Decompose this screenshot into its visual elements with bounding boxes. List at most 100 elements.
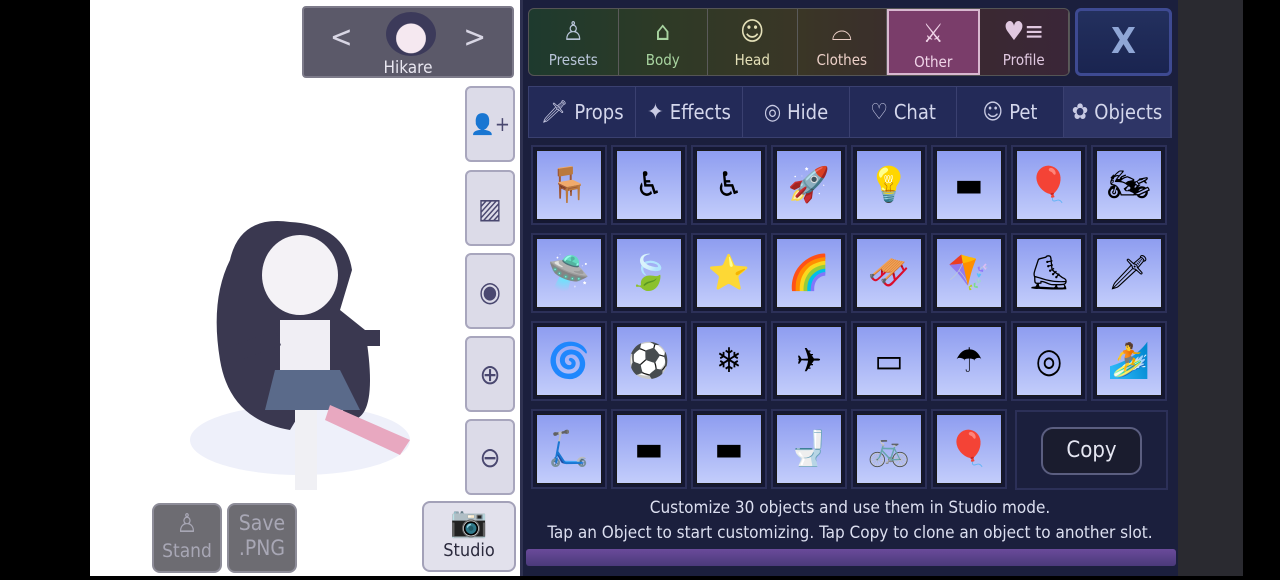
zoom-in-button[interactable]: ⊕ [465,336,515,412]
subtab-objects[interactable]: ✿ Objects [1064,87,1171,137]
object-icon: ❄ [696,326,762,396]
close-icon: X [1111,21,1136,62]
object-slot[interactable]: ▬ [611,409,687,489]
object-slot[interactable]: 🌀 [531,321,607,401]
object-icon: 🛸 [536,238,602,308]
object-icon: 🚀 [776,150,842,220]
subtab-chat[interactable]: ♡ Chat [850,87,957,137]
png-label: .PNG [238,536,286,561]
character-selector: < > Hikare [302,6,514,78]
subtab-effects[interactable]: ✦ Effects [636,87,743,137]
object-slot[interactable]: ♿ [691,145,767,225]
object-slot[interactable]: 🏄 [1091,321,1167,401]
main-tabs: ♙ Presets ⌂ Body ☺ Head ⌓ Clothes ⚔ Other ♥≡ Profil… [528,8,1070,76]
object-icon: 🛷 [856,238,922,308]
object-icon: ⭐ [696,238,762,308]
help-text-line2: Tap an Object to start customizing. Tap … [547,523,1153,543]
object-slot[interactable]: ⚽ [611,321,687,401]
pet-icon: ☺ [982,99,1004,125]
prev-character-button[interactable]: < [330,20,353,55]
subtab-label: Objects [1094,100,1163,124]
subtab-label: Effects [669,100,731,124]
copy-button[interactable]: Copy [1041,427,1142,475]
character-preview[interactable] [90,0,520,576]
object-slot[interactable]: 🛴 [531,409,607,489]
subtab-pet[interactable]: ☺ Pet [957,87,1064,137]
subtab-props[interactable]: 🗡 Props [529,87,636,137]
object-icon: 🏄 [1096,326,1162,396]
object-slot[interactable]: ▬ [691,409,767,489]
hide-icon: ◎ [763,99,782,125]
object-icon: ▬ [936,150,1002,220]
object-slot[interactable]: ⛸ [1011,233,1087,313]
tab-label: Body [645,51,680,69]
object-slot[interactable]: 🛸 [531,233,607,313]
object-slot[interactable]: 🛷 [851,233,927,313]
tab-head[interactable]: ☺ Head [708,9,798,75]
stand-label: Stand [162,540,212,563]
tab-presets[interactable]: ♙ Presets [529,9,619,75]
tab-label: Profile [1002,51,1045,69]
tab-body[interactable]: ⌂ Body [619,9,708,75]
object-icon: 🚲 [856,414,922,484]
object-slot[interactable]: 🚽 [771,409,847,489]
save-label: Save [238,511,286,535]
object-slot[interactable]: 🎈 [1011,145,1087,225]
object-icon: 🌀 [536,326,602,396]
object-slot[interactable]: 🚲 [851,409,927,489]
object-slot[interactable]: ◎ [1011,321,1087,401]
tab-label: Head [734,51,770,69]
object-slot[interactable]: 💡 [851,145,927,225]
object-icon: ▬ [696,414,762,484]
background-button[interactable]: ▨ [465,170,515,246]
object-icon: ☂ [936,326,1002,396]
object-slot[interactable]: ⭐ [691,233,767,313]
tab-clothes[interactable]: ⌓ Clothes [798,9,887,75]
object-icon: 🍃 [616,238,682,308]
other-subtabs: 🗡 Props ✦ Effects ◎ Hide ♡ Chat ☺ Pet ✿ Objects [528,86,1172,138]
object-icon: ♿ [696,150,762,220]
tab-other[interactable]: ⚔ Other [887,9,980,75]
tab-profile[interactable]: ♥≡ Profile [980,9,1069,75]
object-icon: 💡 [856,150,922,220]
character-stage[interactable] [90,0,520,576]
object-slot[interactable]: 🪑 [531,145,607,225]
object-slot[interactable]: ❄ [691,321,767,401]
object-slot[interactable]: 🏍 [1091,145,1167,225]
add-character-button[interactable]: 👤+ [465,86,515,162]
panel-bottom-bar [526,549,1176,566]
object-slot[interactable]: ▬ [931,145,1007,225]
screen-edge [1178,0,1243,576]
object-icon: 🎈 [1016,150,1082,220]
eye-icon: ◉ [479,274,501,308]
object-slot[interactable]: ♿ [611,145,687,225]
object-slot[interactable]: 🚀 [771,145,847,225]
object-slot[interactable]: 🪁 [931,233,1007,313]
zoom-in-icon: ⊕ [479,357,501,391]
object-slot[interactable]: 🍃 [611,233,687,313]
stand-button[interactable]: ♙ Stand [152,503,222,573]
subtab-hide[interactable]: ◎ Hide [743,87,850,137]
hide-ui-button[interactable]: ◉ [465,253,515,329]
object-slot[interactable]: 🎈 [931,409,1007,489]
studio-button[interactable]: 📷 Studio [422,501,516,572]
save-png-button[interactable]: Save .PNG [227,503,297,573]
objects-icon: ✿ [1071,99,1089,125]
object-slot[interactable]: 🗡 [1091,233,1167,313]
tab-label: Presets [548,51,598,69]
other-icon: ⚔ [922,19,944,49]
help-text-line1: Customize 30 objects and use them in Stu… [649,498,1051,518]
character-avatar [386,12,436,56]
object-icon: ◎ [1016,326,1082,396]
next-character-button[interactable]: > [463,20,486,55]
object-slot[interactable]: ▭ [851,321,927,401]
object-icon: ✈ [776,326,842,396]
body-icon: ⌂ [655,17,671,47]
object-slot[interactable]: ✈ [771,321,847,401]
object-slot[interactable]: 🌈 [771,233,847,313]
object-slot[interactable]: ☂ [931,321,1007,401]
zoom-out-button[interactable]: ⊖ [465,419,515,495]
close-button[interactable]: X [1075,8,1172,76]
subtab-label: Props [574,100,624,124]
object-icon: 🏍 [1096,150,1162,220]
